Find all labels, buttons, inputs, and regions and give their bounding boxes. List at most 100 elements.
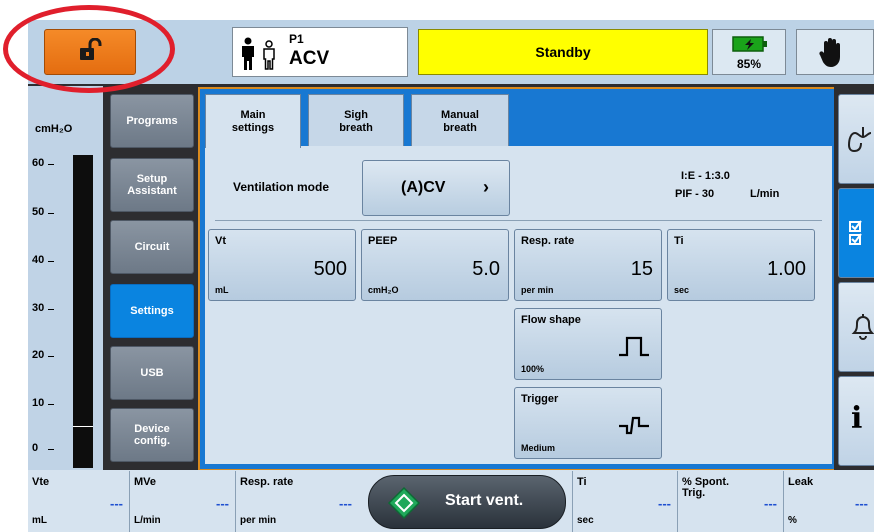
ti-setting[interactable]: Ti 1.00 sec xyxy=(667,229,815,301)
lungs-icon xyxy=(847,125,874,160)
monitor-resp-rate: Resp. rate --- per min xyxy=(236,471,362,532)
start-diamond-icon xyxy=(387,486,421,525)
monitor-label: Ti xyxy=(577,476,587,488)
pressure-tick: 10 xyxy=(32,397,45,409)
trigger-setting[interactable]: Trigger Medium xyxy=(514,387,662,459)
ie-ratio: I:E - 1:3.0 xyxy=(681,170,730,182)
pressure-tick: 60 xyxy=(32,157,45,169)
lungs-button[interactable] xyxy=(838,94,874,184)
pressure-bar xyxy=(73,155,93,468)
tab-sigh-breath[interactable]: Sigh breath xyxy=(308,94,404,147)
resp-rate-setting[interactable]: Resp. rate 15 per min xyxy=(514,229,662,301)
tick-line xyxy=(48,213,54,214)
pediatric-patient-icon xyxy=(261,40,277,75)
trigger-wave-icon xyxy=(617,414,651,441)
status-text: Standby xyxy=(535,44,591,60)
monitor-value: --- xyxy=(855,496,868,511)
monitor-label: % Spont. Trig. xyxy=(682,476,730,499)
tick-line xyxy=(48,261,54,262)
tab-programs[interactable]: Programs xyxy=(110,94,194,148)
alarm-bell-icon xyxy=(847,311,874,348)
ti-label: Ti xyxy=(674,235,684,247)
peep-setting[interactable]: PEEP 5.0 cmH₂O xyxy=(361,229,509,301)
monitor-unit: L/min xyxy=(134,515,161,526)
ti-value: 1.00 xyxy=(767,258,806,280)
battery-indicator: 85% xyxy=(712,29,786,75)
manual-hand-icon xyxy=(817,37,847,74)
monitor-unit: mL xyxy=(32,515,47,526)
monitor-value: --- xyxy=(216,496,229,511)
left-menu: Programs Setup Assistant Circuit Setting… xyxy=(103,86,197,470)
monitor-ti: Ti --- sec xyxy=(572,471,678,532)
pressure-tick: 40 xyxy=(32,254,45,266)
monitor-label: Vte xyxy=(32,476,50,488)
main-settings-content: Ventilation mode I:E - 1:3.0 PIF - 30 L/… xyxy=(205,146,832,464)
pif-unit: L/min xyxy=(750,188,780,200)
vt-setting[interactable]: Vt 500 mL xyxy=(208,229,356,301)
tick-line xyxy=(48,449,54,450)
vt-label: Vt xyxy=(215,235,226,247)
divider xyxy=(215,220,822,221)
tab-circuit[interactable]: Circuit xyxy=(110,220,194,274)
resp-rate-unit: per min xyxy=(521,285,554,295)
monitor-unit: % xyxy=(788,515,797,526)
checklist-icon xyxy=(847,219,874,254)
manual-hand-button[interactable] xyxy=(796,29,874,75)
monitor-value: --- xyxy=(658,496,671,511)
monitor-label: Resp. rate xyxy=(240,476,294,488)
info-button[interactable]: i xyxy=(838,376,874,466)
resp-rate-label: Resp. rate xyxy=(521,235,575,247)
trigger-value: Medium xyxy=(521,443,556,453)
monitor-spont-trig: % Spont. Trig. --- xyxy=(678,471,784,532)
monitor-value: --- xyxy=(764,496,777,511)
patient-info[interactable]: P1 ACV xyxy=(232,27,408,77)
tab-main-settings[interactable]: Main settings xyxy=(205,94,301,148)
monitor-leak: Leak --- % xyxy=(784,471,874,532)
monitor-label: MVe xyxy=(134,476,157,488)
pressure-tick: 0 xyxy=(32,442,39,454)
checklist-button[interactable] xyxy=(838,188,874,278)
tab-setup-assistant[interactable]: Setup Assistant xyxy=(110,158,194,212)
flow-shape-setting[interactable]: Flow shape 100% xyxy=(514,308,662,380)
flow-shape-value: 100% xyxy=(521,364,545,374)
vt-unit: mL xyxy=(215,285,229,295)
pressure-marker xyxy=(73,426,93,427)
flow-shape-label: Flow shape xyxy=(521,314,581,326)
monitor-value: --- xyxy=(339,496,352,511)
battery-percent: 85% xyxy=(736,57,762,71)
adult-patient-icon xyxy=(239,37,257,76)
vt-value: 500 xyxy=(313,258,347,280)
pressure-gauge: cmH₂O 60 50 40 30 20 10 0 xyxy=(28,86,103,470)
patient-mode: ACV xyxy=(289,48,330,69)
tab-device-config[interactable]: Device config. xyxy=(110,408,194,462)
alarm-button[interactable] xyxy=(838,282,874,372)
pif-value: PIF - 30 xyxy=(675,188,715,200)
ventilation-mode-button[interactable]: (A)CV › xyxy=(362,160,510,216)
monitor-unit: sec xyxy=(577,515,594,526)
settings-panel: Main settings Sigh breath Manual breath … xyxy=(198,87,839,471)
ventilation-mode-label: Ventilation mode xyxy=(233,180,330,194)
start-ventilation-button[interactable]: Start vent. xyxy=(368,475,566,529)
highlight-circle xyxy=(3,5,175,93)
patient-id: P1 xyxy=(289,32,304,46)
pressure-unit: cmH₂O xyxy=(35,123,73,135)
monitor-value: --- xyxy=(110,496,123,511)
monitor-label: Leak xyxy=(788,476,814,488)
tab-settings[interactable]: Settings xyxy=(110,284,194,338)
info-icon: i xyxy=(851,401,863,436)
start-ventilation-label: Start vent. xyxy=(445,492,524,509)
peep-value: 5.0 xyxy=(472,258,500,280)
monitor-unit: per min xyxy=(240,515,277,526)
tab-usb[interactable]: USB xyxy=(110,346,194,400)
battery-charging-icon xyxy=(732,35,768,58)
peep-unit: cmH₂O xyxy=(368,285,399,295)
resp-rate-value: 15 xyxy=(630,258,653,280)
ventilator-screen: P1 ACV Standby 85% cmH₂O 60 50 40 30 20 … xyxy=(28,20,874,532)
tab-manual-breath[interactable]: Manual breath xyxy=(411,94,509,147)
trigger-label: Trigger xyxy=(521,393,559,405)
ventilation-mode-value: (A)CV xyxy=(401,179,446,196)
pressure-tick: 30 xyxy=(32,302,45,314)
pressure-tick: 50 xyxy=(32,206,45,218)
chevron-right-icon: › xyxy=(483,177,489,197)
status-indicator: Standby xyxy=(418,29,708,75)
